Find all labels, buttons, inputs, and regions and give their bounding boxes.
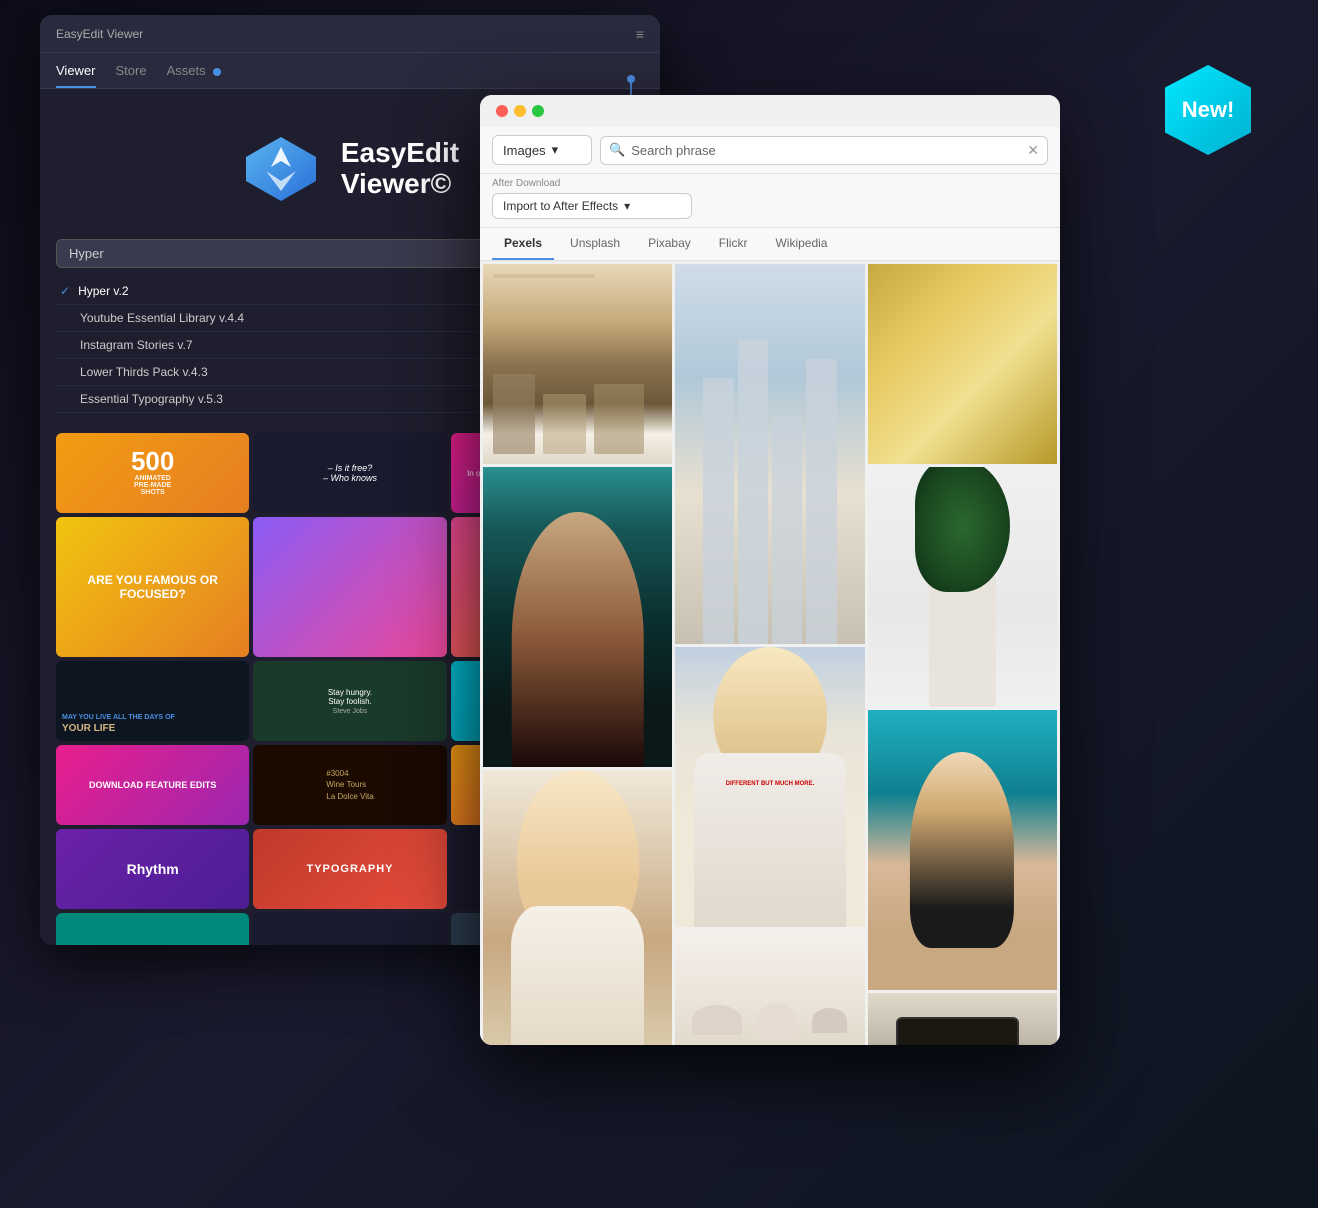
thumb-label: ARE YOU FAMOUS OR FOCUSED?: [56, 565, 249, 610]
thumb-rhythm[interactable]: Rhythm: [56, 829, 249, 909]
source-tab-pixabay[interactable]: Pixabay: [636, 228, 703, 260]
thumb-may-you-live[interactable]: MAY YOU LIVE ALL THE DAYS OFYOUR LIFE: [56, 661, 249, 741]
thumb-label: DOWNLOAD FEATURE EDITS: [85, 776, 220, 794]
search-clear-icon[interactable]: ✕: [1027, 142, 1039, 159]
source-tab-wikipedia[interactable]: Wikipedia: [763, 228, 839, 260]
connector-dot: [627, 75, 635, 83]
type-dropdown[interactable]: Images ▾: [492, 135, 592, 165]
window-dot-red[interactable]: [496, 105, 508, 117]
tab-viewer[interactable]: Viewer: [56, 53, 96, 88]
new-badge-label: New!: [1182, 97, 1235, 123]
thumb-wine-tours[interactable]: #3004Wine ToursLa Dolce Vita: [253, 745, 446, 825]
after-download-dropdown[interactable]: Import to After Effects ▾: [492, 193, 692, 219]
thumb-partial-green[interactable]: [253, 517, 446, 657]
thumb-label: MAY YOU LIVE ALL THE DAYS OFYOUR LIFE: [62, 713, 175, 735]
hamburger-icon[interactable]: ≡: [636, 26, 644, 42]
nav-tabs: Viewer Store Assets: [40, 53, 660, 89]
thumb-500-shots[interactable]: 500 ANIMATEDPRE-MADESHOTS: [56, 433, 249, 513]
search-titlebar: [480, 95, 1060, 127]
photo-afro-woman[interactable]: [483, 467, 672, 767]
logo-name-line1: EasyEdit: [341, 138, 459, 169]
thumb-label: – Is it free?– Who knows: [319, 459, 381, 487]
photo-gold-building[interactable]: [868, 264, 1057, 464]
thumb-famous-focused[interactable]: ARE YOU FAMOUS OR FOCUSED?: [56, 517, 249, 657]
photo-blonde-woman[interactable]: [483, 770, 672, 1045]
assets-notification-dot: [213, 68, 221, 76]
search-window-content: Images ▾ 🔍 ✕ After Download Import to Af…: [480, 95, 1060, 1045]
titlebar: EasyEdit Viewer ≡: [40, 15, 660, 53]
thumb-typography[interactable]: TYPOGRAPHY: [253, 829, 446, 909]
photo-bowls-ceramics[interactable]: [675, 930, 864, 1045]
thumb-label: #3004Wine ToursLa Dolce Vita: [326, 768, 373, 802]
window-title: EasyEdit Viewer: [56, 27, 628, 41]
after-download-label: After Download: [492, 178, 1048, 189]
photo-grid: DIFFERENT BUT MUCH MORE.: [480, 261, 1060, 1045]
chevron-down-icon: ▾: [552, 142, 559, 158]
photo-woman-tshirt[interactable]: DIFFERENT BUT MUCH MORE.: [675, 647, 864, 927]
logo-name-line2: Viewer©: [341, 169, 459, 200]
photo-col-1: [483, 264, 672, 1045]
search-input-wrap: 🔍 ✕: [600, 136, 1048, 165]
thumb-label: 500: [131, 450, 174, 473]
photo-col-3: [868, 264, 1057, 1045]
thumb-enjoy[interactable]: ENJOY!: [56, 913, 249, 945]
search-toolbar: Images ▾ 🔍 ✕: [480, 127, 1060, 174]
photo-architecture-columns[interactable]: [675, 264, 864, 644]
thumb-sublabel: ANIMATEDPRE-MADESHOTS: [134, 475, 171, 496]
window-dot-yellow[interactable]: [514, 105, 526, 117]
check-icon: ✓: [60, 284, 70, 298]
thumb-label: Rhythm: [127, 861, 179, 877]
easyedit-logo-icon: [241, 129, 321, 209]
photo-plant[interactable]: [868, 467, 1057, 707]
hexagon-shape: New!: [1158, 60, 1258, 160]
source-tab-unsplash[interactable]: Unsplash: [558, 228, 632, 260]
package-dropdown[interactable]: Hyper: [56, 239, 495, 268]
search-input[interactable]: [631, 137, 1021, 164]
thumb-stay-hungry[interactable]: Stay hungry.Stay foolish.Steve Jobs: [253, 661, 446, 741]
photo-col-2: DIFFERENT BUT MUCH MORE.: [675, 264, 864, 1045]
photo-model-cyan-bg[interactable]: [868, 710, 1057, 990]
thumb-label: Stay hungry.Stay foolish.Steve Jobs: [324, 684, 376, 719]
photo-tablet[interactable]: [868, 993, 1057, 1045]
thumb-label: TYPOGRAPHY: [306, 863, 393, 875]
thumb-label: SCROLL: [325, 943, 374, 945]
window-dot-green[interactable]: [532, 105, 544, 117]
logo-text-block: EasyEdit Viewer©: [341, 138, 459, 200]
source-tabs: Pexels Unsplash Pixabay Flickr Wikipedia: [480, 228, 1060, 261]
tab-store[interactable]: Store: [116, 53, 147, 88]
source-tab-pexels[interactable]: Pexels: [492, 228, 554, 260]
thumb-is-it-free[interactable]: – Is it free?– Who knows: [253, 433, 446, 513]
tab-assets[interactable]: Assets: [167, 53, 222, 88]
search-window: Images ▾ 🔍 ✕ After Download Import to Af…: [480, 95, 1060, 1045]
thumb-download-feature[interactable]: DOWNLOAD FEATURE EDITS: [56, 745, 249, 825]
chevron-down-icon: ▾: [624, 199, 630, 213]
new-badge: New!: [1158, 60, 1258, 160]
source-tab-flickr[interactable]: Flickr: [707, 228, 760, 260]
after-download-area: After Download Import to After Effects ▾: [480, 174, 1060, 228]
search-icon: 🔍: [609, 142, 625, 158]
thumb-scroll[interactable]: SCROLL: [253, 913, 446, 945]
photo-interior[interactable]: [483, 264, 672, 464]
